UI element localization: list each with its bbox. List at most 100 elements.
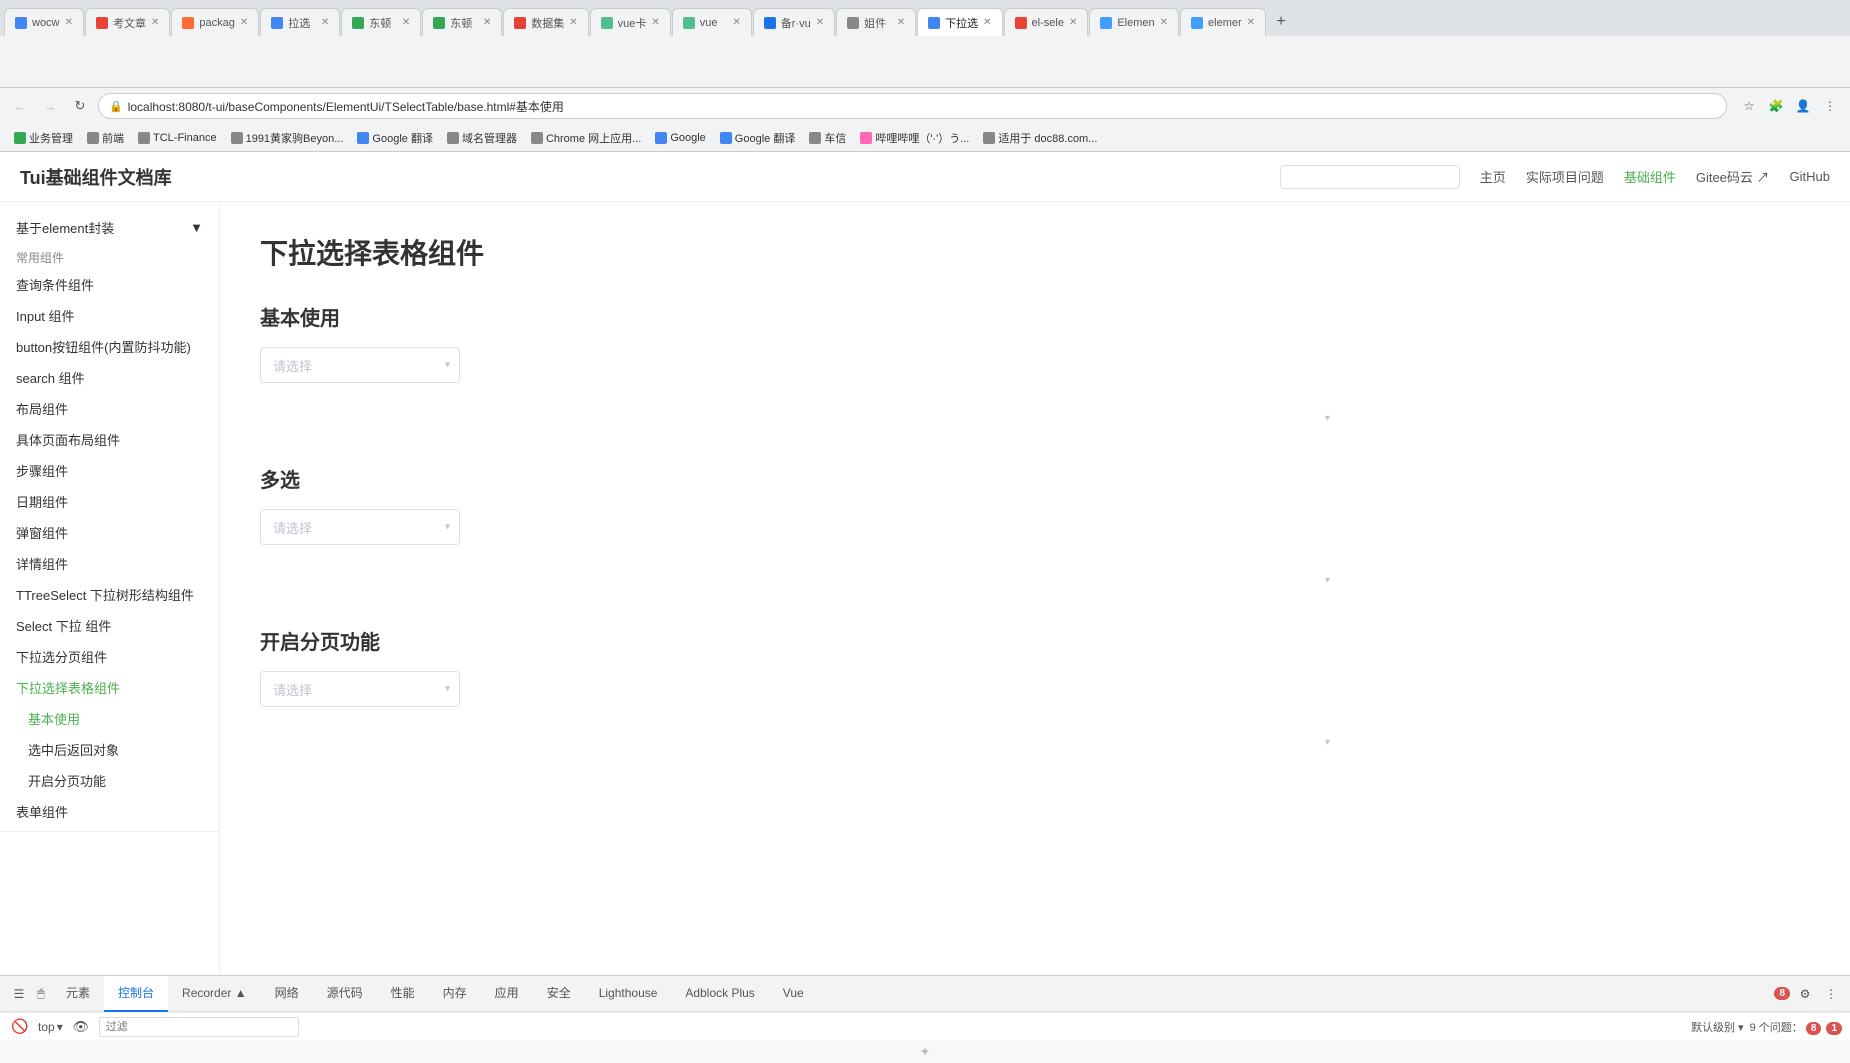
sidebar-item-下拉选择表格组件[interactable]: 下拉选择表格组件 (0, 672, 219, 703)
sidebar-item-日期组件[interactable]: 日期组件 (0, 486, 219, 517)
devtools-settings-icon[interactable]: ⚙ (1794, 983, 1816, 1005)
devtools-tab-应用[interactable]: 应用 (481, 976, 533, 1012)
profile-button[interactable]: 👤 (1791, 94, 1815, 118)
browser-tab-t15[interactable]: elemer✕ (1180, 8, 1266, 36)
browser-tab-t5[interactable]: 东顿✕ (341, 8, 421, 36)
address-box[interactable]: 🔒 localhost:8080/t-ui/baseComponents/Ele… (98, 93, 1727, 119)
browser-tab-t12[interactable]: 下拉选✕ (917, 8, 1002, 36)
devtools-tab-内存[interactable]: 内存 (429, 976, 481, 1012)
tab-close[interactable]: ✕ (816, 17, 824, 28)
sidebar-item-表单组件[interactable]: 表单组件 (0, 796, 219, 827)
tab-close[interactable]: ✕ (897, 17, 905, 28)
section-multiselect: 多选 请选择 ▾ ▾ (260, 464, 1810, 586)
sidebar-item-Input-组件[interactable]: Input 组件 (0, 300, 219, 331)
tab-close[interactable]: ✕ (983, 17, 991, 28)
sidebar-item-Select-下拉-组件[interactable]: Select 下拉 组件 (0, 610, 219, 641)
browser-tab-t13[interactable]: el-sele✕ (1004, 8, 1089, 36)
devtools-inspect-icon[interactable]: 🖱 (30, 983, 52, 1005)
browser-tab-t14[interactable]: Elemen✕ (1089, 8, 1179, 36)
bookmark-item[interactable]: Google (649, 130, 711, 146)
page-title: 下拉选择表格组件 (260, 232, 1810, 272)
sidebar-item-基本使用[interactable]: 基本使用 (0, 703, 219, 734)
browser-tab-t1[interactable]: wocw✕ (4, 8, 84, 36)
devtools-tab-控制台[interactable]: 控制台 (104, 976, 168, 1012)
select-input-page[interactable]: 请选择 (260, 671, 460, 707)
header-nav-item-Gitee码云-↗[interactable]: Gitee码云 ↗ (1696, 167, 1770, 186)
sidebar-item-具体页面布局组件[interactable]: 具体页面布局组件 (0, 424, 219, 455)
bookmark-item[interactable]: 哔哩哔哩（'·'）う... (854, 128, 975, 148)
bookmark-favicon (138, 132, 150, 144)
extensions-button[interactable]: 🧩 (1764, 94, 1788, 118)
sidebar-item-选中后返回对象[interactable]: 选中后返回对象 (0, 734, 219, 765)
bookmark-item[interactable]: 业务管理 (8, 128, 79, 148)
bookmark-item[interactable]: 适用于 doc88.com... (977, 128, 1103, 148)
devtools-tab-性能[interactable]: 性能 (377, 976, 429, 1012)
sidebar-item-步骤组件[interactable]: 步骤组件 (0, 455, 219, 486)
sidebar-group-header[interactable]: 基于element封装 ▼ (0, 212, 219, 243)
devtools-tab-元素[interactable]: 元素 (52, 976, 104, 1012)
sidebar-item-下拉选分页组件[interactable]: 下拉选分页组件 (0, 641, 219, 672)
sidebar-item-TTreeSelect-下拉树形结构组件[interactable]: TTreeSelect 下拉树形结构组件 (0, 579, 219, 610)
browser-tab-t3[interactable]: packag✕ (171, 8, 259, 36)
devtools-menu-icon[interactable]: ☰ (8, 983, 30, 1005)
sidebar-item-布局组件[interactable]: 布局组件 (0, 393, 219, 424)
header-nav-item-实际项目问题[interactable]: 实际项目问题 (1526, 167, 1604, 186)
bookmark-item[interactable]: 域名管理器 (441, 128, 523, 148)
browser-tab-t10[interactable]: 备r·vu✕ (753, 8, 835, 36)
devtools-tab-Adblock-Plus[interactable]: Adblock Plus (671, 976, 768, 1012)
bookmark-item[interactable]: Google 翻译 (714, 128, 802, 148)
header-search-input[interactable] (1280, 165, 1460, 189)
devtools-tab-网络[interactable]: 网络 (261, 976, 313, 1012)
header-nav-item-GitHub[interactable]: GitHub (1790, 169, 1830, 184)
devtools-tab-Lighthouse[interactable]: Lighthouse (585, 976, 672, 1012)
browser-tab-t6[interactable]: 东顿✕ (422, 8, 502, 36)
sidebar-item-开启分页功能[interactable]: 开启分页功能 (0, 765, 219, 796)
browser-tab-t11[interactable]: 姐件✕ (836, 8, 916, 36)
browser-tab-t8[interactable]: vue卡✕ (590, 8, 671, 36)
select-input-basic[interactable]: 请选择 (260, 347, 460, 383)
content-area: 下拉选择表格组件 基本使用 请选择 ▾ ▾ 多选 请选择 (220, 202, 1850, 975)
bookmark-item[interactable]: 前端 (81, 128, 130, 148)
browser-tab-t2[interactable]: 考文章✕ (85, 8, 170, 36)
bookmark-item[interactable]: Google 翻译 (351, 128, 439, 148)
select-input-multi[interactable]: 请选择 (260, 509, 460, 545)
browser-tab-t4[interactable]: 拉选✕ (260, 8, 340, 36)
tab-close[interactable]: ✕ (569, 17, 577, 28)
sidebar: 基于element封装 ▼ 常用组件 查询条件组件Input 组件button按… (0, 202, 220, 975)
tab-close[interactable]: ✕ (651, 17, 659, 28)
tab-close[interactable]: ✕ (1247, 17, 1255, 28)
devtools-dots-icon[interactable]: ⋮ (1820, 983, 1842, 1005)
sidebar-item-详情组件[interactable]: 详情组件 (0, 548, 219, 579)
tab-close[interactable]: ✕ (240, 17, 248, 28)
star-button[interactable]: ☆ (1737, 94, 1761, 118)
tab-close[interactable]: ✕ (65, 17, 73, 28)
tab-close[interactable]: ✕ (402, 17, 410, 28)
bookmark-item[interactable]: TCL-Finance (132, 130, 223, 146)
bookmark-item[interactable]: Chrome 网上应用... (525, 128, 647, 148)
browser-tab-t7[interactable]: 数据集✕ (503, 8, 588, 36)
add-tab-button[interactable]: + (1267, 8, 1295, 36)
tab-close[interactable]: ✕ (151, 17, 159, 28)
tab-close[interactable]: ✕ (1069, 17, 1077, 28)
bookmark-item[interactable]: 1991黄家驹Beyon... (225, 128, 350, 148)
sidebar-item-查询条件组件[interactable]: 查询条件组件 (0, 269, 219, 300)
sidebar-item-button按钮组件(内置防抖功能)[interactable]: button按钮组件(内置防抖功能) (0, 331, 219, 362)
devtools-tab-Vue[interactable]: Vue (769, 976, 818, 1012)
devtools-tab-源代码[interactable]: 源代码 (313, 976, 377, 1012)
forward-button[interactable]: → (38, 94, 62, 118)
tab-close[interactable]: ✕ (1160, 17, 1168, 28)
devtools-tab-安全[interactable]: 安全 (533, 976, 585, 1012)
tab-close[interactable]: ✕ (732, 17, 740, 28)
back-button[interactable]: ← (8, 94, 32, 118)
sidebar-item-弹窗组件[interactable]: 弹窗组件 (0, 517, 219, 548)
tab-close[interactable]: ✕ (483, 17, 491, 28)
reload-button[interactable]: ↻ (68, 94, 92, 118)
sidebar-item-search-组件[interactable]: search 组件 (0, 362, 219, 393)
devtools-tab-Recorder-▲[interactable]: Recorder ▲ (168, 976, 261, 1012)
browser-tab-t9[interactable]: vue✕ (672, 8, 752, 36)
menu-button[interactable]: ⋮ (1818, 94, 1842, 118)
bookmark-item[interactable]: 车信 (803, 128, 852, 148)
header-nav-item-基础组件[interactable]: 基础组件 (1624, 167, 1676, 186)
tab-close[interactable]: ✕ (321, 17, 329, 28)
header-nav-item-主页[interactable]: 主页 (1480, 167, 1506, 186)
